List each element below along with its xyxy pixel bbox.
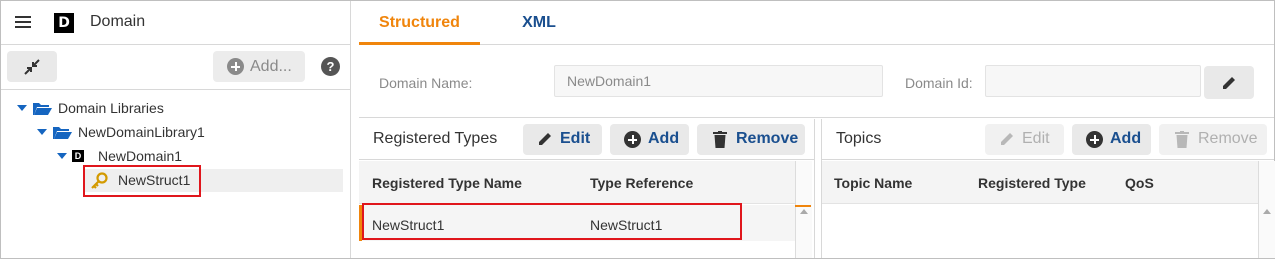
edit-label: Edit	[1022, 130, 1050, 147]
tree-item-label: NewDomainLibrary1	[78, 124, 205, 140]
topics-scrollbar[interactable]	[1258, 161, 1275, 258]
remove-label: Remove	[1198, 130, 1258, 147]
add-type-button[interactable]: Add	[610, 124, 689, 155]
tree-item-domain-library[interactable]: NewDomainLibrary1	[1, 121, 341, 143]
help-icon[interactable]: ?	[321, 57, 340, 76]
registered-types-header: Registered Types Edit Add Remove	[359, 119, 814, 160]
topics-title: Topics	[836, 130, 882, 147]
collapse-all-button[interactable]	[7, 51, 57, 82]
pencil-icon	[1223, 77, 1235, 89]
tree-item-domain-libraries[interactable]: Domain Libraries	[1, 97, 341, 119]
left-pane: D Domain Add... ? Domain Libraries NewDo…	[1, 1, 351, 258]
caret-down-icon[interactable]	[37, 129, 47, 135]
scroll-up-arrow-icon[interactable]	[800, 209, 808, 214]
caret-down-icon[interactable]	[17, 105, 27, 111]
folder-open-icon	[33, 103, 52, 115]
domain-id-input[interactable]	[985, 65, 1201, 97]
remove-topic-button[interactable]: Remove	[1159, 124, 1267, 155]
tree-item-domain[interactable]: D NewDomain1	[1, 145, 341, 167]
domain-properties: Domain Name: NewDomain1 Domain Id:	[359, 46, 1274, 118]
domain-icon: D	[72, 150, 84, 162]
selection-highlight-box	[362, 203, 742, 240]
tree-item-label: Domain Libraries	[58, 100, 164, 116]
tab-structured[interactable]: Structured	[359, 1, 480, 45]
domain-name-input[interactable]: NewDomain1	[554, 65, 883, 97]
pencil-icon	[1001, 133, 1013, 145]
app-header: D Domain	[1, 1, 351, 45]
folder-open-icon	[53, 127, 72, 139]
domain-id-label: Domain Id:	[905, 75, 973, 91]
column-qos[interactable]: QoS	[1125, 175, 1154, 191]
topics-header: Topics Edit Add Remove	[822, 119, 1274, 160]
collapse-icon	[24, 59, 40, 75]
add-label: Add	[1110, 130, 1142, 147]
topics-panel: Topics Edit Add Remove Topic Name Regist…	[821, 119, 1275, 258]
topics-column-header: Topic Name Registered Type QoS	[822, 161, 1258, 204]
app-title: Domain	[90, 13, 146, 30]
domain-name-label: Domain Name:	[379, 75, 473, 91]
add-button[interactable]: Add...	[213, 51, 305, 82]
remove-label: Remove	[736, 130, 799, 147]
add-circle-icon	[1086, 131, 1103, 148]
edit-topic-button[interactable]: Edit	[985, 124, 1064, 155]
edit-type-button[interactable]: Edit	[523, 124, 602, 155]
column-registered-type[interactable]: Registered Type	[978, 175, 1086, 191]
add-button-label: Add...	[250, 58, 292, 75]
registered-types-scrollbar[interactable]	[795, 161, 812, 258]
scroll-up-arrow-icon[interactable]	[1263, 209, 1271, 214]
registered-types-title: Registered Types	[373, 130, 498, 147]
add-circle-icon	[227, 58, 244, 75]
add-label: Add	[648, 130, 680, 147]
column-topic-name[interactable]: Topic Name	[834, 175, 912, 191]
tab-xml[interactable]: XML	[480, 1, 598, 45]
edit-domain-id-button[interactable]	[1204, 66, 1254, 99]
caret-down-icon[interactable]	[57, 153, 67, 159]
edit-label: Edit	[560, 130, 591, 147]
tree-item-label: NewDomain1	[98, 148, 183, 164]
add-topic-button[interactable]: Add	[1072, 124, 1151, 155]
remove-type-button[interactable]: Remove	[697, 124, 805, 155]
hamburger-menu-icon[interactable]	[15, 16, 31, 28]
tab-bar: Structured XML	[359, 1, 1274, 45]
column-registered-type-name[interactable]: Registered Type Name	[372, 175, 522, 191]
tree-toolbar: Add... ?	[1, 46, 351, 90]
pencil-icon	[539, 133, 551, 145]
column-type-reference[interactable]: Type Reference	[590, 175, 693, 191]
trash-icon	[713, 131, 727, 148]
add-circle-icon	[624, 131, 641, 148]
trash-icon	[1175, 131, 1189, 148]
registered-types-column-header: Registered Type Name Type Reference	[359, 161, 795, 204]
app-logo: D	[54, 13, 74, 33]
selection-highlight-box	[83, 165, 201, 197]
scroll-position-indicator	[795, 205, 811, 207]
